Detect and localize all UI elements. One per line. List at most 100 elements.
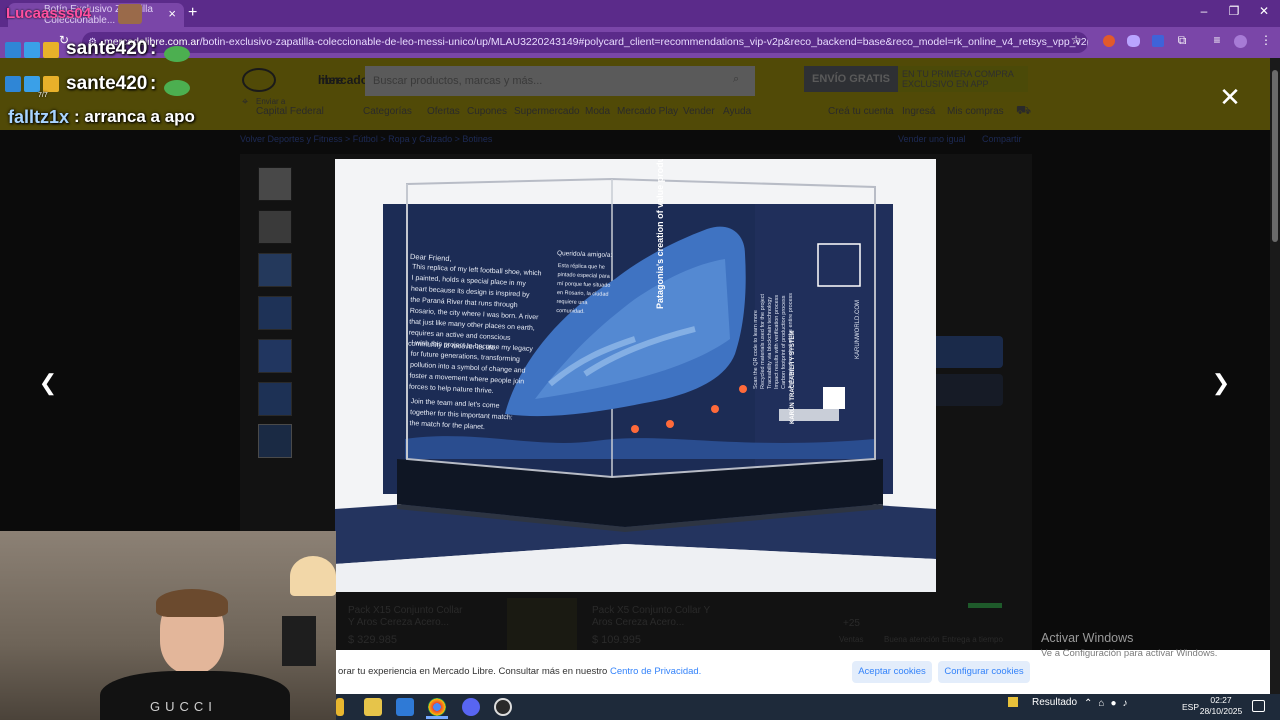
nav-mis-compras[interactable]: Mis compras xyxy=(947,106,1004,117)
activate-windows-title: Activar Windows xyxy=(1041,631,1134,645)
mail-icon[interactable] xyxy=(396,698,414,716)
url-field[interactable]: mercadolibre.com.ar/botin-exclusivo-zapa… xyxy=(82,32,1088,53)
chat-badge-icon xyxy=(24,42,40,58)
nav-ayuda[interactable]: Ayuda xyxy=(723,106,751,117)
nav-supermercado[interactable]: Supermercado xyxy=(514,106,580,117)
ml-breadcrumb[interactable]: Volver Deportes y Fitness > Fútbol > Rop… xyxy=(240,134,492,144)
chat-username-2: sante420 xyxy=(66,73,148,94)
thumbnail-5[interactable] xyxy=(258,339,292,373)
panel-list-item: Recycled materials used for the project xyxy=(760,293,766,389)
media-controls-icon[interactable]: ≡ xyxy=(1209,33,1225,49)
mic-icon[interactable]: ● xyxy=(1110,698,1122,709)
discord-icon[interactable] xyxy=(462,698,480,716)
chrome-menu-icon[interactable]: ⋮ xyxy=(1258,33,1274,49)
letter-body-2: I wish this project to become my legacy … xyxy=(408,339,534,396)
letter-body-3: Join the team and let's come together fo… xyxy=(409,398,513,432)
volume-icon[interactable]: ♪ xyxy=(1122,698,1133,709)
extension-icon-1[interactable] xyxy=(1103,35,1115,47)
panel-list-item: Traceability via blockchain technology xyxy=(767,296,773,389)
store-icon[interactable] xyxy=(364,698,382,716)
pepe-emote xyxy=(164,80,190,96)
lightbox-product-image: Dear Friend, This replica of my left foo… xyxy=(335,159,936,592)
thumbnail-4[interactable] xyxy=(258,296,292,330)
obs-icon[interactable] xyxy=(494,698,512,716)
close-window-icon[interactable]: ✕ xyxy=(1252,4,1276,18)
accept-cookies-button[interactable]: Aceptar cookies xyxy=(852,661,932,683)
notification-icon[interactable] xyxy=(1252,700,1265,712)
extension-icon-3[interactable] xyxy=(1152,35,1164,47)
wifi-icon[interactable]: ⌂ xyxy=(1098,698,1110,709)
card-1-title[interactable]: Pack X15 Conjunto Collar Y Aros Cereza A… xyxy=(348,605,468,629)
nav-ofertas[interactable]: Ofertas xyxy=(427,106,460,117)
ml-search-input[interactable]: Buscar productos, marcas y más... xyxy=(365,66,755,96)
cart-icon[interactable]: ⛟ xyxy=(1016,103,1031,119)
scrollbar-thumb[interactable] xyxy=(1272,70,1278,242)
ml-logo[interactable]: mercado libre xyxy=(242,66,368,96)
chevron-up-icon[interactable]: ⌃ xyxy=(1084,698,1098,709)
pepe-emote xyxy=(164,46,190,62)
thumbnail-2[interactable] xyxy=(258,210,292,244)
stat-delivery: Entrega a tiempo xyxy=(942,635,1003,644)
chat-msg-3: : arranca a apo xyxy=(74,107,195,126)
webcam-overlay: GUCCI xyxy=(0,531,336,720)
extensions-puzzle-icon[interactable]: ⧉ xyxy=(1174,33,1190,49)
promo-pill: ENVÍO GRATIS xyxy=(804,66,898,92)
privacy-center-link[interactable]: Centro de Privacidad. xyxy=(610,666,701,677)
nav-cupones[interactable]: Cupones xyxy=(467,106,507,117)
thumbnail-7-active[interactable] xyxy=(258,424,292,458)
clock-time: 02:27 xyxy=(1210,695,1232,705)
ml-promo-banner[interactable]: ENVÍO GRATIS EN TU PRIMERA COMPRA EXCLUSI… xyxy=(804,66,1028,92)
tray-icons[interactable]: ⌃⌂●♪ xyxy=(1084,698,1133,709)
chrome-icon[interactable] xyxy=(428,698,446,716)
promo-text-1: EN TU PRIMERA COMPRA xyxy=(902,69,1014,79)
card-2-title[interactable]: Pack X5 Conjunto Collar Y Aros Cereza Ac… xyxy=(592,605,712,629)
clock-date: 28/10/2025 xyxy=(1199,706,1243,716)
chat-msg-1: : xyxy=(150,38,157,59)
panel-title: Patagonia's creation of value product wi… xyxy=(655,159,665,309)
ml-location[interactable]: Enviar a Capital Federal xyxy=(256,97,324,117)
bookmark-star-icon[interactable]: ☆ xyxy=(1068,33,1084,49)
nav-crea-cuenta[interactable]: Creá tu cuenta xyxy=(828,106,894,117)
stat-badge: +25 xyxy=(843,618,860,629)
crown-badge-icon xyxy=(43,76,59,92)
share-link[interactable]: Compartir xyxy=(982,134,1022,144)
chat-msg-2: : xyxy=(150,73,157,94)
lightbox-close-icon[interactable]: ✕ xyxy=(1218,84,1242,110)
panel-list-item: Carbon footprint of production process xyxy=(781,295,787,389)
stat-service: Buena atención xyxy=(884,635,940,644)
thumbnail-3[interactable] xyxy=(258,253,292,287)
restore-icon[interactable]: ❐ xyxy=(1222,4,1246,18)
webcam-lamp xyxy=(290,556,336,596)
tab-close-icon[interactable]: × xyxy=(168,6,176,21)
thumbnail-1[interactable] xyxy=(258,167,292,201)
chat-badge-icon xyxy=(24,76,40,92)
system-tray[interactable]: Resultado xyxy=(1008,697,1077,708)
ml-search-icon[interactable]: ⌕ xyxy=(733,73,739,86)
minimize-icon[interactable]: – xyxy=(1192,4,1216,18)
card-2-image[interactable] xyxy=(507,598,577,653)
seller-rating-bar xyxy=(968,603,1002,608)
nav-categorias[interactable]: Categorías xyxy=(363,106,412,117)
thumbnail-6[interactable] xyxy=(258,382,292,416)
profile-avatar[interactable] xyxy=(1234,35,1247,48)
activate-windows-subtitle: Ve a Configuración para activar Windows. xyxy=(1041,648,1218,659)
panel-list-item: Scan the QR code to learn more xyxy=(753,310,759,389)
sell-same-link[interactable]: Vender uno igual xyxy=(898,134,966,144)
lightbox-next-arrow-icon[interactable]: ❯ xyxy=(1209,370,1233,396)
nav-ingresa[interactable]: Ingresá xyxy=(902,106,935,117)
webcam-wall-art xyxy=(282,616,316,666)
chat-username-3: falltz1x xyxy=(8,107,70,127)
lightbox-prev-arrow-icon[interactable]: ❮ xyxy=(36,370,60,396)
taskbar-clock[interactable]: 02:27 28/10/2025 xyxy=(1196,695,1246,717)
nav-vender[interactable]: Vender xyxy=(683,106,715,117)
tab-overlay-name: Lucaasss04 xyxy=(6,5,92,22)
extension-icon-2[interactable] xyxy=(1127,35,1140,47)
panel-list: Scan the QR code to learn more Recycled … xyxy=(753,293,795,389)
nav-mercado-play[interactable]: Mercado Play xyxy=(617,106,678,117)
card-2-price: $ 109.995 xyxy=(592,634,641,646)
configure-cookies-button[interactable]: Configurar cookies xyxy=(938,661,1030,683)
chrome-active-indicator xyxy=(426,716,448,719)
new-tab-icon[interactable]: + xyxy=(188,4,197,22)
file-explorer-icon[interactable] xyxy=(336,698,344,716)
nav-moda[interactable]: Moda xyxy=(585,106,610,117)
